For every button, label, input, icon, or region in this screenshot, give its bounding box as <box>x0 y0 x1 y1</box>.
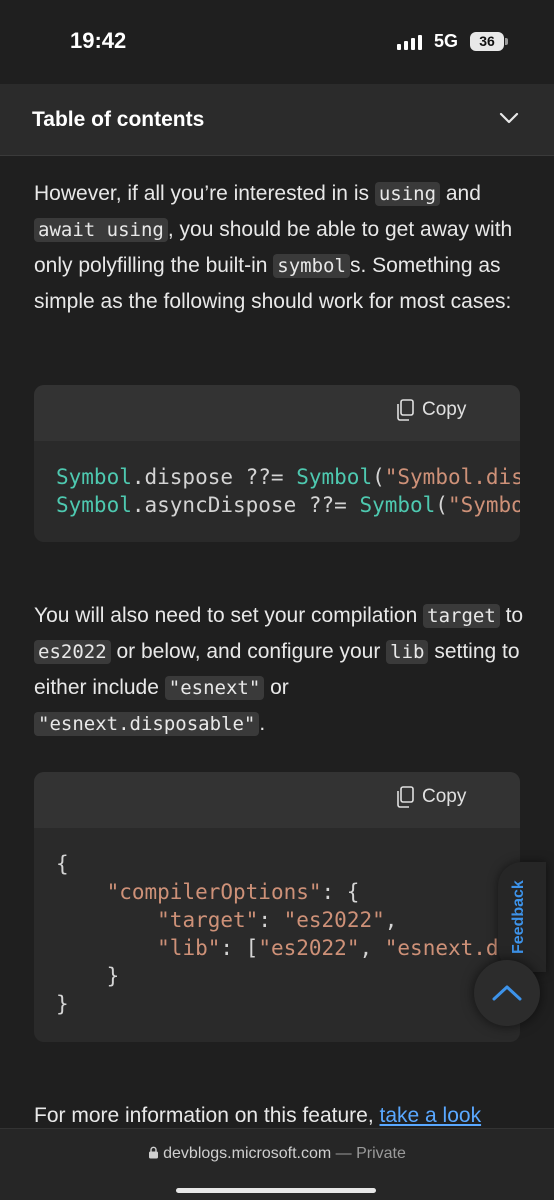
chevron-down-icon <box>499 112 519 124</box>
home-indicator <box>176 1188 376 1193</box>
inline-code: "esnext.disposable" <box>34 712 260 736</box>
copy-button[interactable]: Copy <box>396 399 466 421</box>
code-content: Symbol.dispose ??= Symbol("Symbol.dispos… <box>56 465 520 517</box>
code-block-header: Copy <box>34 772 520 828</box>
feedback-label: Feedback <box>510 880 527 954</box>
code-block: Copy { "compilerOptions": { "target": "e… <box>34 772 520 1042</box>
feedback-button[interactable]: Feedback <box>498 862 546 972</box>
battery-cap <box>505 38 508 45</box>
cellular-signal-icon <box>397 34 422 50</box>
copy-button[interactable]: Copy <box>396 786 466 808</box>
inline-code: target <box>423 604 500 628</box>
chevron-up-icon <box>492 985 522 1001</box>
status-time: 19:42 <box>70 28 127 53</box>
browser-address-bar[interactable]: devblogs.microsoft.com — Private <box>0 1128 554 1200</box>
battery-icon: 36 <box>470 32 504 51</box>
code-block-header: Copy <box>34 385 520 441</box>
article-paragraph: You will also need to set your compilati… <box>34 604 524 736</box>
inline-code: await using <box>34 218 168 242</box>
lock-icon <box>149 1146 159 1159</box>
article-paragraph: However, if all you’re interested in is … <box>34 182 513 313</box>
url-display: devblogs.microsoft.com — Private <box>0 1145 554 1163</box>
inline-code: "esnext" <box>164 676 265 700</box>
code-block: Copy Symbol.dispose ??= Symbol("Symbol.d… <box>34 385 520 542</box>
copy-icon <box>397 399 414 421</box>
back-to-top-button[interactable] <box>474 960 540 1026</box>
status-bar: 19:42 5G 36 <box>0 0 554 84</box>
toc-title: Table of contents <box>32 108 205 131</box>
inline-code: using <box>374 182 441 206</box>
take-a-look-link[interactable]: take a look <box>380 1104 482 1127</box>
network-type: 5G <box>434 31 459 51</box>
table-of-contents-toggle[interactable]: Table of contents <box>0 84 554 156</box>
code-content: { "compilerOptions": { "target": "es2022… <box>56 852 520 1016</box>
inline-code: lib <box>386 640 429 664</box>
copy-label: Copy <box>422 786 467 807</box>
inline-code: es2022 <box>34 640 111 664</box>
private-label: Private <box>356 1145 406 1162</box>
copy-label: Copy <box>422 399 467 420</box>
copy-icon <box>397 786 414 808</box>
url-domain: devblogs.microsoft.com <box>163 1145 332 1162</box>
inline-code: symbol <box>273 254 350 278</box>
